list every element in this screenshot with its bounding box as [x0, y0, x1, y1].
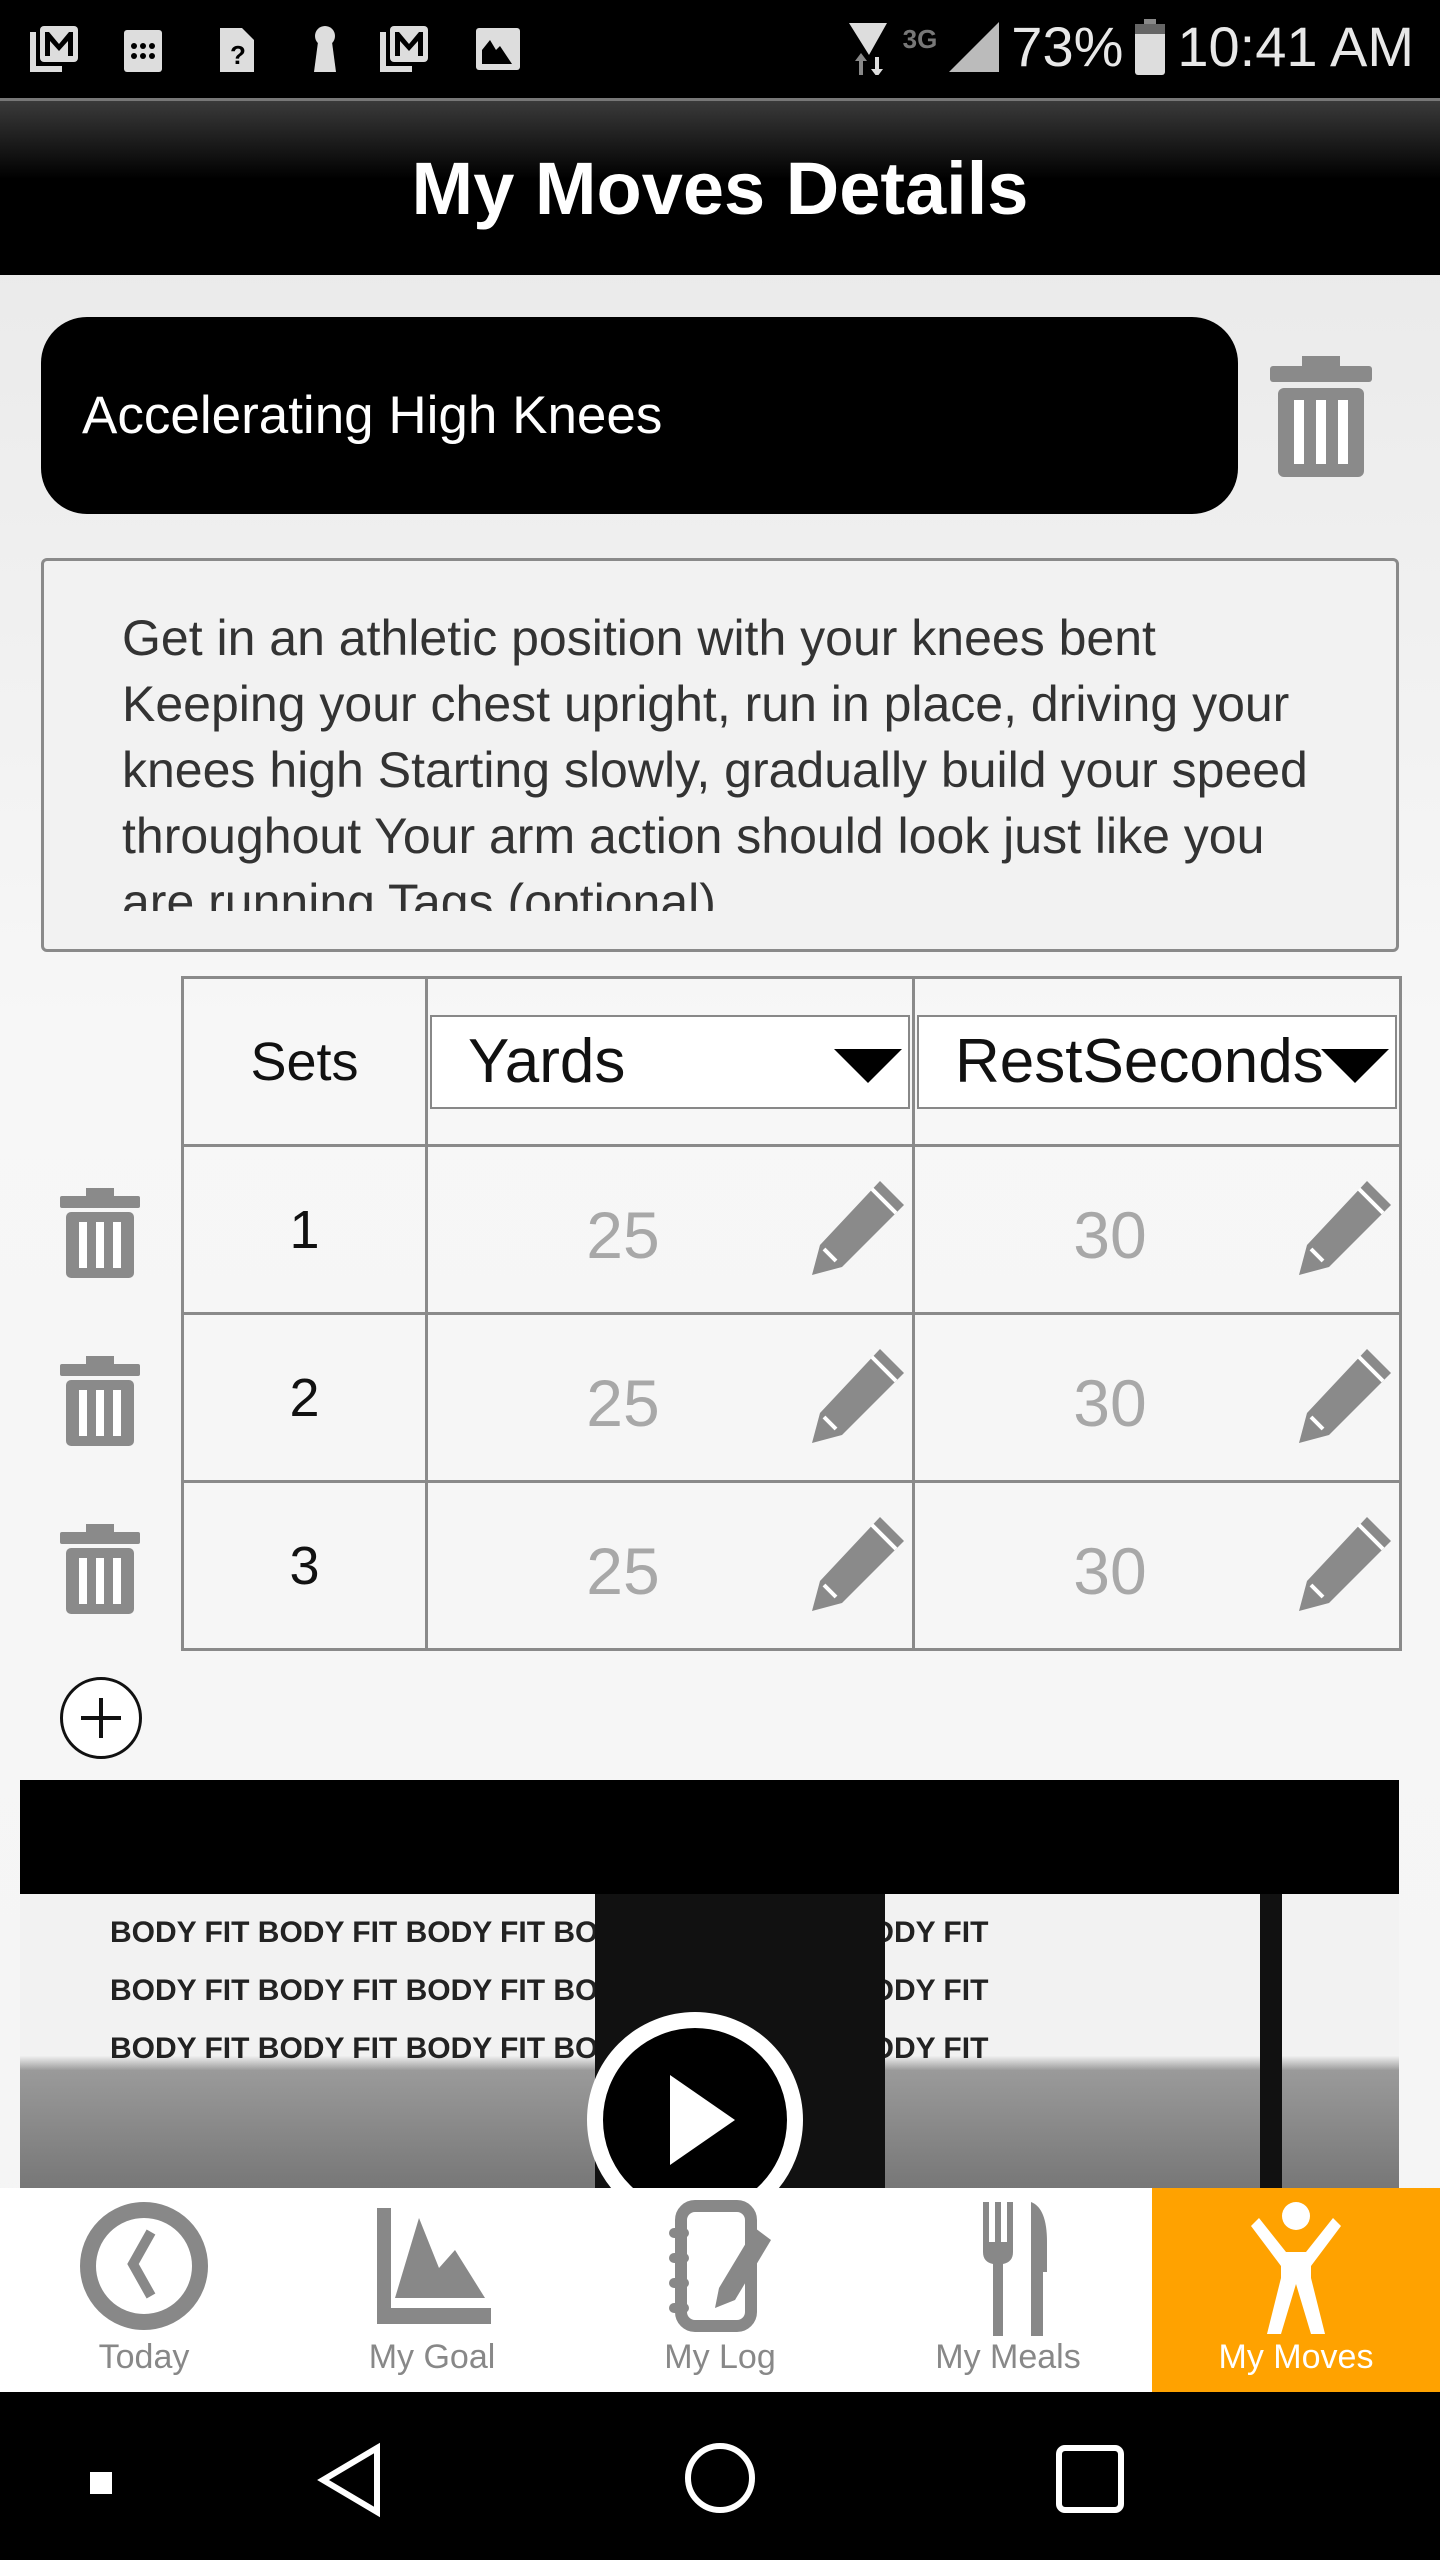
rest-cell[interactable]: 30 [912, 1480, 1402, 1651]
network-type: 3G [902, 24, 938, 54]
back-icon[interactable] [315, 2442, 385, 2518]
fork-knife-icon [983, 2202, 1047, 2336]
delete-exercise-trash-icon[interactable] [1270, 356, 1372, 477]
yards-cell[interactable]: 25 [425, 1144, 915, 1315]
bottom-nav: Today My Goal My Log My Meals My Moves [0, 2188, 1440, 2392]
tab-label: My Log [664, 2338, 776, 2376]
sets-table: Sets Yards RestSeconds 1 25 30 2 25 30 3 25 30 [181, 976, 1402, 1651]
play-icon[interactable] [585, 2010, 805, 2188]
person-icon [1251, 2202, 1341, 2334]
clock-icon [80, 2202, 208, 2330]
rest-value: 30 [1073, 1366, 1147, 1440]
rest-value: 30 [1073, 1534, 1147, 1608]
notebook-icon [669, 2200, 771, 2332]
calendar-icon [124, 30, 162, 72]
delete-set-trash-icon[interactable] [60, 1188, 140, 1278]
tab-my-log[interactable]: My Log [576, 2188, 864, 2392]
system-nav-bar [0, 2392, 1440, 2560]
square-small-icon[interactable] [90, 2472, 112, 2494]
pencil-icon[interactable] [1295, 1177, 1395, 1277]
yards-value: 25 [586, 1366, 660, 1440]
sim-unknown-icon: ? [220, 28, 254, 72]
table-row: 2 25 30 [181, 1312, 1402, 1483]
exercise-name-field[interactable]: Accelerating High Knees [41, 317, 1238, 514]
gmail-icon [30, 26, 78, 72]
delete-set-trash-icon[interactable] [60, 1524, 140, 1614]
tab-label: My Goal [368, 2338, 496, 2376]
status-bar: ? 3G 73% 10:41 AM [0, 0, 1440, 98]
delete-set-trash-icon[interactable] [60, 1356, 140, 1446]
recents-icon[interactable] [1055, 2444, 1125, 2514]
clock-time: 10:41 AM [1177, 15, 1414, 78]
chevron-down-icon [834, 1049, 902, 1083]
sets-header: Sets [181, 976, 428, 1147]
table-row: 1 25 30 [181, 1144, 1402, 1315]
tab-label: My Moves [1218, 2338, 1374, 2376]
description-box[interactable]: Get in an athletic position with your kn… [41, 558, 1399, 952]
set-number: 3 [181, 1480, 428, 1651]
pencil-icon[interactable] [808, 1513, 908, 1613]
plus-icon [81, 1698, 121, 1738]
yards-value: 25 [586, 1198, 660, 1272]
table-header-row: Sets Yards RestSeconds [181, 976, 1402, 1147]
battery-icon [1135, 18, 1166, 75]
tab-label: My Meals [935, 2338, 1081, 2376]
tab-my-meals[interactable]: My Meals [864, 2188, 1152, 2392]
metric-select-1[interactable]: Yards [430, 1015, 910, 1109]
set-number: 1 [181, 1144, 428, 1315]
yards-value: 25 [586, 1534, 660, 1608]
yards-cell[interactable]: 25 [425, 1480, 915, 1651]
tab-today[interactable]: Today [0, 2188, 288, 2392]
image-icon [476, 28, 520, 70]
tab-my-moves[interactable]: My Moves [1152, 2188, 1440, 2392]
tab-my-goal[interactable]: My Goal [288, 2188, 576, 2392]
signal-icon [949, 21, 1000, 72]
table-row: 3 25 30 [181, 1480, 1402, 1651]
video-player[interactable]: BODY FIT BODY FIT BODY FIT BODY FIT BODY… [20, 1780, 1399, 2188]
chevron-down-icon [1321, 1049, 1389, 1083]
yards-cell[interactable]: 25 [425, 1312, 915, 1483]
pencil-icon[interactable] [808, 1177, 908, 1277]
rest-value: 30 [1073, 1198, 1147, 1272]
pencil-icon[interactable] [808, 1345, 908, 1445]
page-title: My Moves Details [0, 98, 1440, 275]
keyhole-icon [314, 26, 336, 72]
set-number: 2 [181, 1312, 428, 1483]
chart-icon [377, 2208, 491, 2324]
wifi-data-icon [848, 22, 887, 75]
description-text: Get in an athletic position with your kn… [122, 610, 1308, 911]
gmail-icon [380, 26, 428, 72]
home-icon[interactable] [684, 2442, 756, 2514]
metric-select-1-value: Yards [468, 1027, 626, 1096]
metric-select-2-value: RestSeconds [955, 1027, 1324, 1096]
metric-select-2[interactable]: RestSeconds [917, 1015, 1397, 1109]
add-set-button[interactable] [60, 1677, 142, 1759]
pencil-icon[interactable] [1295, 1345, 1395, 1445]
rest-cell[interactable]: 30 [912, 1312, 1402, 1483]
svg-text:?: ? [230, 40, 246, 70]
pencil-icon[interactable] [1295, 1513, 1395, 1613]
tab-label: Today [98, 2338, 190, 2376]
battery-percent: 73% [1011, 15, 1124, 78]
rest-cell[interactable]: 30 [912, 1144, 1402, 1315]
